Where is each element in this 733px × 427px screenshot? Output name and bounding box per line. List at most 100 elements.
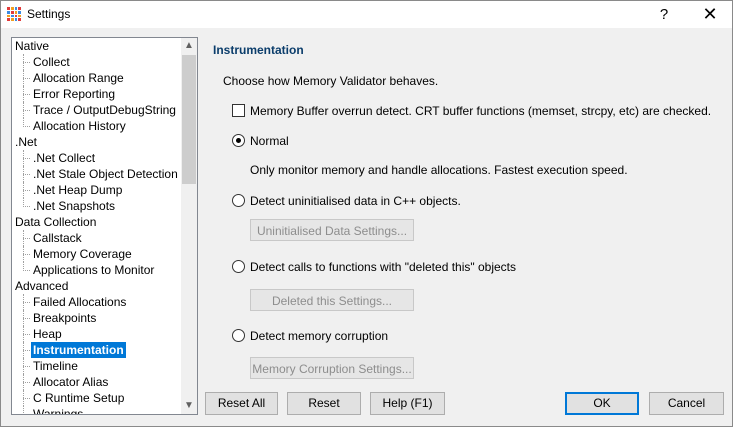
tree-item[interactable]: Native — [12, 38, 180, 54]
tree-connector — [23, 182, 24, 198]
title-bar: Settings ? ✕ — [1, 1, 732, 28]
tree-item[interactable]: Allocation Range — [12, 70, 180, 86]
tree-item[interactable]: Heap — [12, 326, 180, 342]
tree-item-label: Timeline — [33, 359, 78, 373]
tree-item[interactable]: Failed Allocations — [12, 294, 180, 310]
tree-item-label: Collect — [33, 55, 70, 69]
section-title: Instrumentation — [213, 43, 304, 57]
tree-connector — [23, 230, 24, 246]
tree-item[interactable]: Warnings — [12, 406, 180, 415]
tree-connector — [23, 358, 24, 374]
tree-connector — [23, 94, 30, 95]
tree-list: Native Collect Allocation Range Error Repor… — [12, 38, 180, 415]
tree-item[interactable]: Allocation History — [12, 118, 180, 134]
radio-memory-corruption[interactable] — [232, 329, 245, 342]
tree-connector — [23, 382, 30, 383]
window-title: Settings — [27, 7, 71, 21]
tree-item-label: Instrumentation — [31, 342, 126, 358]
tree-item[interactable]: C Runtime Setup — [12, 390, 180, 406]
radio-uninitialised[interactable] — [232, 194, 245, 207]
scroll-up-arrow-icon[interactable]: ▲ — [181, 38, 197, 54]
tree-item[interactable]: Instrumentation — [12, 342, 180, 358]
scroll-thumb[interactable] — [182, 55, 196, 184]
reset-button[interactable]: Reset — [287, 392, 361, 415]
tree-item[interactable]: Memory Coverage — [12, 246, 180, 262]
intro-text: Choose how Memory Validator behaves. — [223, 74, 439, 88]
cancel-button[interactable]: Cancel — [649, 392, 724, 415]
settings-tree[interactable]: Native Collect Allocation Range Error Repor… — [11, 37, 198, 415]
radio-normal[interactable] — [232, 134, 245, 147]
tree-item[interactable]: .Net Collect — [12, 150, 180, 166]
tree-item-label: C Runtime Setup — [33, 391, 125, 405]
tree-item[interactable]: Timeline — [12, 358, 180, 374]
tree-item-label: Memory Coverage — [33, 247, 132, 261]
tree-connector — [23, 326, 24, 342]
deleted-this-settings-button[interactable]: Deleted this Settings... — [250, 289, 414, 311]
tree-scrollbar[interactable]: ▲ ▼ — [181, 38, 197, 414]
settings-window: Settings ? ✕ Native Collect Allocation Ran… — [0, 0, 733, 427]
radio-deleted-this[interactable] — [232, 260, 245, 273]
radio-uninitialised-label[interactable]: Detect uninitialised data in C++ objects… — [250, 194, 461, 208]
tree-item-label: .Net — [15, 135, 38, 149]
tree-item-label: Failed Allocations — [33, 295, 127, 309]
tree-connector — [23, 78, 30, 79]
tree-item-label: Allocation Range — [33, 71, 124, 85]
tree-connector — [23, 110, 30, 111]
tree-item-label: Native — [15, 39, 50, 53]
tree-item[interactable]: Breakpoints — [12, 310, 180, 326]
tree-connector — [23, 150, 24, 166]
tree-connector — [23, 70, 24, 86]
tree-item[interactable]: Callstack — [12, 230, 180, 246]
scroll-down-arrow-icon[interactable]: ▼ — [181, 398, 197, 414]
help-button-icon[interactable]: ? — [641, 1, 687, 28]
tree-item-label: .Net Snapshots — [33, 199, 116, 213]
tree-item-label: .Net Stale Object Detection — [33, 167, 178, 181]
tree-connector — [23, 126, 30, 127]
tree-connector — [23, 374, 24, 390]
tree-connector — [23, 238, 30, 239]
tree-connector — [23, 206, 30, 207]
tree-connector — [23, 366, 30, 367]
tree-connector — [23, 254, 30, 255]
radio-deleted-this-label[interactable]: Detect calls to functions with "deleted … — [250, 260, 516, 274]
tree-item[interactable]: Error Reporting — [12, 86, 180, 102]
ok-button[interactable]: OK — [565, 392, 639, 415]
tree-item[interactable]: .Net — [12, 134, 180, 150]
memory-corruption-settings-button[interactable]: Memory Corruption Settings... — [250, 357, 414, 379]
tree-connector — [23, 118, 24, 127]
uninitialised-settings-button[interactable]: Uninitialised Data Settings... — [250, 219, 414, 241]
tree-item[interactable]: Trace / OutputDebugString — [12, 102, 180, 118]
tree-item-label: Error Reporting — [33, 87, 116, 101]
tree-item[interactable]: .Net Snapshots — [12, 198, 180, 214]
tree-connector — [23, 406, 24, 414]
tree-connector — [23, 334, 30, 335]
tree-item[interactable]: .Net Stale Object Detection — [12, 166, 180, 182]
tree-item[interactable]: Applications to Monitor — [12, 262, 180, 278]
tree-item[interactable]: Advanced — [12, 278, 180, 294]
tree-connector — [23, 318, 30, 319]
help-f1-button[interactable]: Help (F1) — [370, 392, 445, 415]
tree-item-label: Breakpoints — [33, 311, 97, 325]
normal-description: Only monitor memory and handle allocatio… — [250, 163, 628, 177]
close-icon[interactable]: ✕ — [687, 1, 733, 28]
tree-item[interactable]: Data Collection — [12, 214, 180, 230]
tree-item[interactable]: .Net Heap Dump — [12, 182, 180, 198]
tree-item-label: Callstack — [33, 231, 82, 245]
reset-all-button[interactable]: Reset All — [205, 392, 278, 415]
buffer-overrun-checkbox[interactable] — [232, 104, 245, 117]
tree-item-label: .Net Collect — [33, 151, 96, 165]
tree-item-label: Warnings — [33, 407, 84, 415]
tree-item[interactable]: Allocator Alias — [12, 374, 180, 390]
buffer-overrun-label[interactable]: Memory Buffer overrun detect. CRT buffer… — [250, 104, 711, 118]
tree-connector — [23, 390, 24, 406]
tree-item-label: Applications to Monitor — [33, 263, 155, 277]
tree-connector — [23, 86, 24, 102]
tree-connector — [23, 190, 30, 191]
radio-normal-label[interactable]: Normal — [250, 134, 289, 148]
tree-item[interactable]: Collect — [12, 54, 180, 70]
tree-connector — [23, 54, 24, 70]
radio-memory-corruption-label[interactable]: Detect memory corruption — [250, 329, 388, 343]
tree-item-label: Heap — [33, 327, 62, 341]
tree-connector — [23, 270, 30, 271]
tree-connector — [23, 302, 30, 303]
